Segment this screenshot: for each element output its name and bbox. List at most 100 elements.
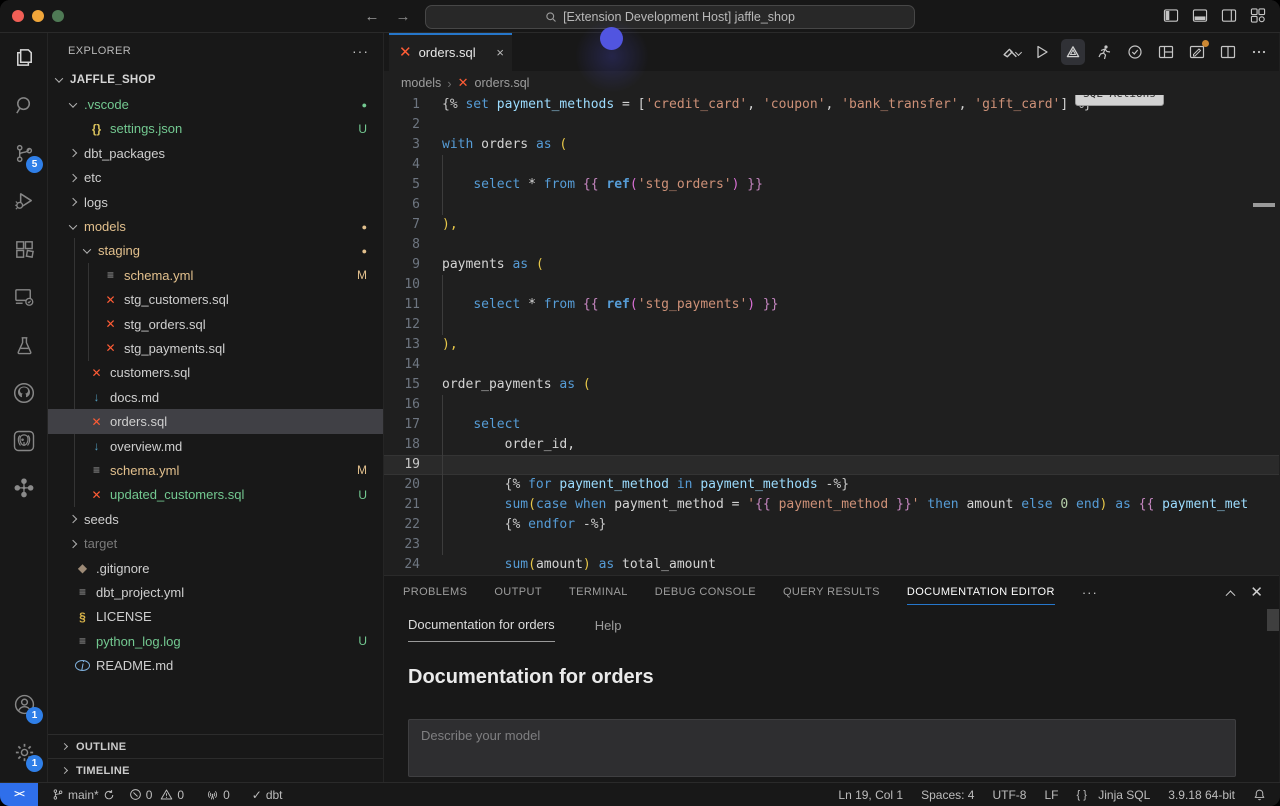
- breadcrumb[interactable]: models › ✕ orders.sql: [384, 71, 1279, 95]
- navigate-forward-icon[interactable]: →: [393, 7, 413, 27]
- close-tab-icon[interactable]: ×: [496, 45, 504, 60]
- sql-actions-button[interactable]: [1061, 39, 1085, 65]
- problems-item[interactable]: 0 0: [129, 788, 184, 802]
- dbt-status-item[interactable]: ✓ dbt: [252, 788, 283, 802]
- maximize-window-button[interactable]: [52, 10, 64, 22]
- panel-tab-documentation-editor[interactable]: DOCUMENTATION EDITOR: [906, 576, 1055, 608]
- outline-section[interactable]: OUTLINE: [48, 734, 383, 758]
- code-line-20[interactable]: 20 {% for payment_method in payment_meth…: [384, 475, 1279, 495]
- customize-layout-icon[interactable]: [1250, 8, 1266, 23]
- search-icon[interactable]: [0, 81, 48, 129]
- panel-tab-output[interactable]: OUTPUT: [494, 576, 542, 608]
- tree-file-schema-yml[interactable]: ≡ schema.yml M: [48, 263, 383, 287]
- tree-file-settings-json[interactable]: {} settings.json U: [48, 117, 383, 141]
- open-changes-icon[interactable]: [1185, 39, 1209, 65]
- validate-check-button[interactable]: [1123, 39, 1147, 65]
- code-line-18[interactable]: 18 order_id,: [384, 435, 1279, 455]
- command-center-search[interactable]: [Extension Development Host] jaffle_shop: [425, 5, 915, 29]
- tree-folder-logs[interactable]: logs: [48, 190, 383, 214]
- code-line-24[interactable]: 24 sum(amount) as total_amount: [384, 555, 1279, 575]
- navigate-back-icon[interactable]: ←: [362, 7, 382, 27]
- split-editor-icon[interactable]: [1216, 39, 1240, 65]
- code-line-12[interactable]: 12: [384, 315, 1279, 335]
- code-line-11[interactable]: 11 select * from {{ ref('stg_payments') …: [384, 295, 1279, 315]
- tree-file-license[interactable]: § LICENSE: [48, 605, 383, 629]
- language-mode-item[interactable]: { } Jinja SQL: [1077, 788, 1151, 802]
- editor-layout-icon[interactable]: [1154, 39, 1178, 65]
- code-line-8[interactable]: 8: [384, 235, 1279, 255]
- source-control-icon[interactable]: 5: [0, 129, 48, 177]
- github-icon[interactable]: [0, 369, 48, 417]
- panel-tab-debug-console[interactable]: DEBUG CONSOLE: [655, 576, 756, 608]
- toggle-panel-icon[interactable]: [1192, 8, 1208, 23]
- build-dbt-model-button[interactable]: [999, 39, 1023, 65]
- python-version-item[interactable]: 3.9.18 64-bit: [1168, 788, 1235, 802]
- testing-beaker-icon[interactable]: [0, 321, 48, 369]
- tree-folder--vscode[interactable]: .vscode ●: [48, 92, 383, 116]
- toggle-primary-sidebar-icon[interactable]: [1163, 8, 1179, 23]
- tree-file--gitignore[interactable]: ◆ .gitignore: [48, 556, 383, 580]
- tree-file-stg-orders-sql[interactable]: ✕ stg_orders.sql: [48, 312, 383, 336]
- code-line-9[interactable]: 9 payments as (: [384, 255, 1279, 275]
- code-line-7[interactable]: 7),: [384, 215, 1279, 235]
- tree-file-python-log-log[interactable]: ≡ python_log.log U: [48, 629, 383, 653]
- code-line-15[interactable]: 15 order_payments as (: [384, 375, 1279, 395]
- tree-folder-jaffle-shop[interactable]: JAFFLE_SHOP: [48, 68, 383, 92]
- git-branch-item[interactable]: main*: [52, 788, 115, 802]
- run-adhoc-query-button[interactable]: [1092, 39, 1116, 65]
- code-line-21[interactable]: 21 sum(case when payment_method = '{{ pa…: [384, 495, 1279, 515]
- tree-file-overview-md[interactable]: ↓ overview.md: [48, 434, 383, 458]
- code-line-5[interactable]: 5 select * from {{ ref('stg_orders') }}: [384, 175, 1279, 195]
- code-line-10[interactable]: 10: [384, 275, 1279, 295]
- panel-more-tabs-icon[interactable]: ···: [1082, 585, 1098, 600]
- extensions-icon[interactable]: [0, 225, 48, 273]
- tree-file-customers-sql[interactable]: ✕ customers.sql: [48, 361, 383, 385]
- tree-file-readme-md[interactable]: i README.md: [48, 653, 383, 677]
- panel-tab-terminal[interactable]: TERMINAL: [569, 576, 628, 608]
- cursor-position-item[interactable]: Ln 19, Col 1: [838, 788, 903, 802]
- toggle-secondary-sidebar-icon[interactable]: [1221, 8, 1237, 23]
- remote-indicator[interactable]: ><: [0, 783, 38, 806]
- minimize-window-button[interactable]: [32, 10, 44, 22]
- breadcrumb-folder[interactable]: models: [401, 76, 441, 90]
- panel-tab-query-results[interactable]: QUERY RESULTS: [783, 576, 880, 608]
- code-line-6[interactable]: 6: [384, 195, 1279, 215]
- indentation-item[interactable]: Spaces: 4: [921, 788, 974, 802]
- tree-folder-models[interactable]: models ●: [48, 214, 383, 238]
- tree-file-orders-sql[interactable]: ✕ orders.sql: [48, 409, 383, 434]
- model-description-input[interactable]: [408, 719, 1236, 777]
- panel-tab-problems[interactable]: PROBLEMS: [403, 576, 467, 608]
- code-line-13[interactable]: 13),: [384, 335, 1279, 355]
- tree-file-updated-customers-sql[interactable]: ✕ updated_customers.sql U: [48, 483, 383, 507]
- accounts-icon[interactable]: 1: [0, 680, 48, 728]
- tree-folder-target[interactable]: target: [48, 531, 383, 555]
- settings-gear-icon[interactable]: 1: [0, 728, 48, 776]
- explorer-more-actions-icon[interactable]: ···: [352, 43, 369, 59]
- code-line-16[interactable]: 16: [384, 395, 1279, 415]
- close-panel-icon[interactable]: ✕: [1250, 583, 1263, 601]
- doc-tab-help[interactable]: Help: [595, 618, 622, 642]
- timeline-section[interactable]: TIMELINE: [48, 758, 383, 782]
- tree-file-dbt-project-yml[interactable]: ≡ dbt_project.yml: [48, 580, 383, 604]
- tree-file-stg-customers-sql[interactable]: ✕ stg_customers.sql: [48, 288, 383, 312]
- tree-file-docs-md[interactable]: ↓ docs.md: [48, 385, 383, 409]
- code-line-22[interactable]: 22 {% endfor -%}: [384, 515, 1279, 535]
- breadcrumb-file[interactable]: orders.sql: [475, 76, 530, 90]
- code-line-14[interactable]: 14: [384, 355, 1279, 375]
- run-debug-icon[interactable]: [0, 177, 48, 225]
- code-editor[interactable]: 1 {% set payment_methods = ['credit_card'…: [384, 95, 1279, 575]
- tree-folder-seeds[interactable]: seeds: [48, 507, 383, 531]
- tree-folder-dbt-packages[interactable]: dbt_packages: [48, 141, 383, 165]
- notifications-bell-icon[interactable]: [1253, 788, 1266, 802]
- code-line-17[interactable]: 17 select: [384, 415, 1279, 435]
- close-window-button[interactable]: [12, 10, 24, 22]
- dbt-power-user-icon[interactable]: ✣: [0, 465, 48, 513]
- ports-item[interactable]: 0: [206, 788, 230, 802]
- code-line-2[interactable]: 2: [384, 115, 1279, 135]
- tree-folder-staging[interactable]: staging ●: [48, 239, 383, 263]
- code-line-3[interactable]: 3 with orders as (: [384, 135, 1279, 155]
- panel-scrollbar[interactable]: [1267, 609, 1279, 631]
- explorer-icon[interactable]: [0, 33, 48, 81]
- doc-tab-documentation-for-orders[interactable]: Documentation for orders: [408, 617, 555, 642]
- tree-folder-etc[interactable]: etc: [48, 166, 383, 190]
